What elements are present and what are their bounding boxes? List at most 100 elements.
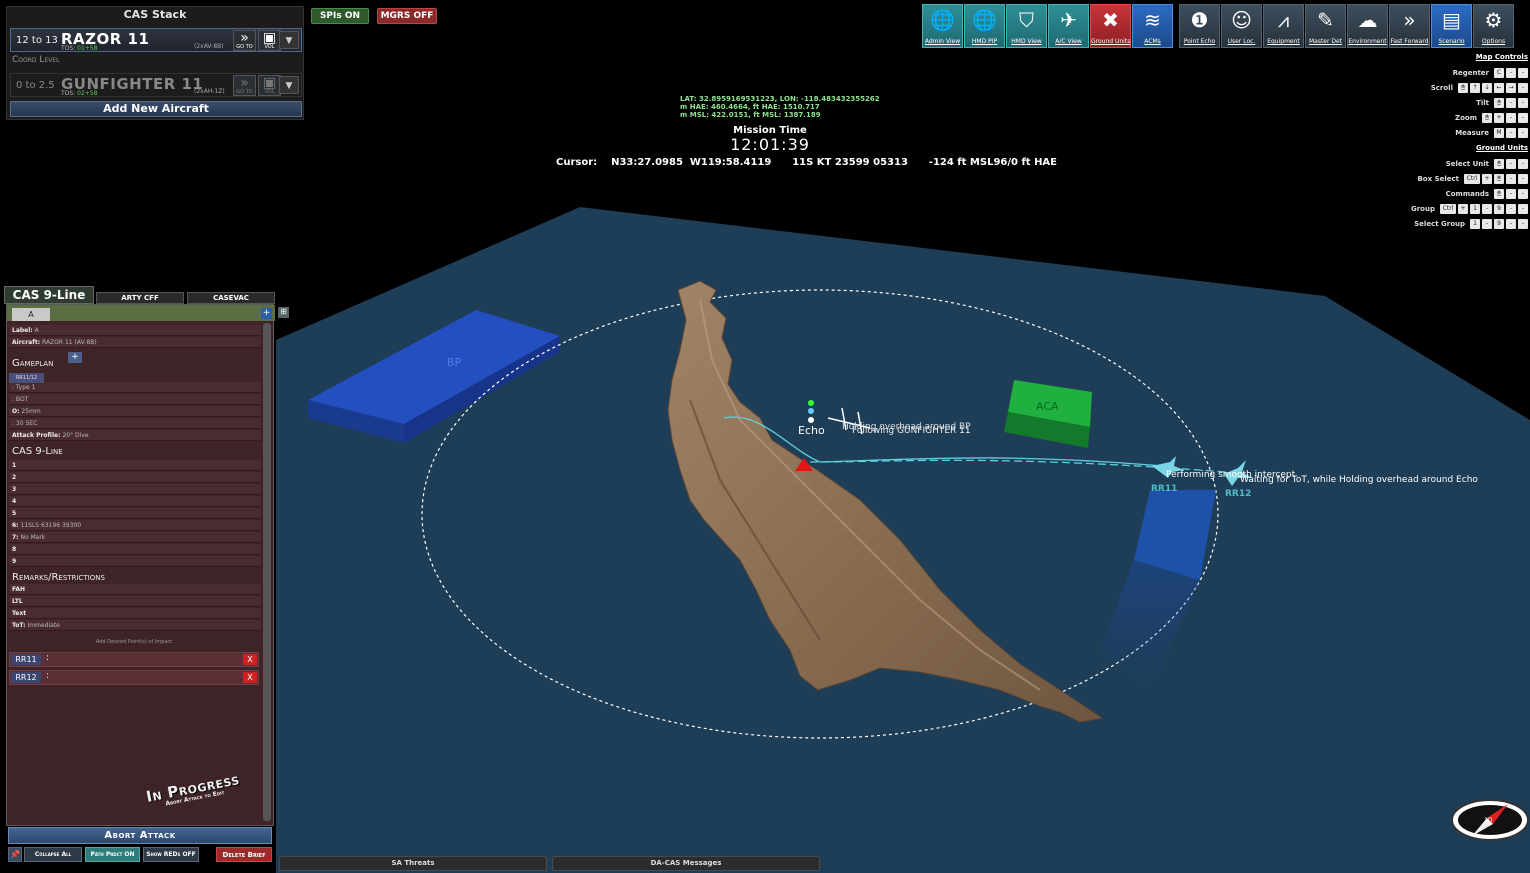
brief-field[interactable]: Attack Profile: 20° Dive xyxy=(9,430,261,441)
collapse-all-button[interactable]: Collapse All xyxy=(24,847,82,862)
tab-arty-cff[interactable]: ARTY CFF xyxy=(96,292,184,304)
delete-brief-button[interactable]: Delete Brief xyxy=(216,847,272,862)
toolbar-environment-button[interactable]: ☁ Environment xyxy=(1347,4,1388,48)
spi-toggle[interactable]: SPIs ON xyxy=(311,8,369,24)
toolbar-fast-forward-button[interactable]: » Fast Forward xyxy=(1389,4,1430,48)
ground-units-icon: ✖ xyxy=(1102,8,1119,32)
layers-icon: ≋ xyxy=(1144,8,1161,32)
toolbar-user-loc--button[interactable]: ☺ User Loc. xyxy=(1221,4,1262,48)
remove-dpi-button[interactable]: X xyxy=(243,672,257,683)
control-row: Commands 🖱 - - xyxy=(1368,186,1528,201)
panel-scrollbar[interactable] xyxy=(263,323,271,821)
brief-field[interactable]: Aircraft: RAZOR 11 (AV-8B) xyxy=(9,337,261,348)
brief-tab-a[interactable]: A xyxy=(12,308,50,321)
add-gameplan-button[interactable]: + xyxy=(68,352,82,363)
control-label: Commands xyxy=(1445,189,1489,198)
toolbar-point-echo-button[interactable]: ❶ Point Echo xyxy=(1179,4,1220,48)
brief-field[interactable]: 1 xyxy=(9,460,261,471)
brief-field[interactable]: : 30 SEC xyxy=(9,418,261,429)
brief-field[interactable]: : Type 1 xyxy=(9,382,261,393)
brief-field[interactable]: ToT: Immediate xyxy=(9,620,261,631)
chevron-down-icon[interactable]: ▼ xyxy=(279,31,299,49)
dpi-value[interactable]: : xyxy=(46,653,49,663)
tab-sa-threats[interactable]: SA Threats xyxy=(279,856,547,871)
remove-dpi-button[interactable]: X xyxy=(243,654,257,665)
dpi-value[interactable]: : xyxy=(46,671,49,681)
path-predict-button[interactable]: Path Prdct ON xyxy=(85,847,140,862)
toolbar-scenario-button[interactable]: ▤ Scenario xyxy=(1431,4,1472,48)
section-title: Gameplan xyxy=(9,357,261,371)
vdl-button[interactable]: ▣ VDL xyxy=(258,75,281,96)
add-aircraft-button[interactable]: Add New Aircraft xyxy=(10,101,302,117)
goto-button[interactable]: » GO TO xyxy=(233,30,256,51)
toolbar-equipment-button[interactable]: ⩘ Equipment xyxy=(1263,4,1304,48)
brief-field[interactable]: Text xyxy=(9,608,261,619)
visor-icon: ⛉ xyxy=(1019,8,1034,32)
toolbar-label: A/C View xyxy=(1055,38,1082,45)
brief-field[interactable]: Label: A xyxy=(9,325,261,336)
key-hint: 🖱 xyxy=(1494,188,1504,199)
aircraft-tos: TOS: 02+58 xyxy=(61,90,98,97)
brief-field[interactable]: FAH xyxy=(9,584,261,595)
brief-field[interactable]: 3 xyxy=(9,484,261,495)
cursor-readout: Cursor: N33:27.0985 W119:58.4119 11S KT … xyxy=(556,157,1058,168)
brief-field[interactable]: 7: No Mark xyxy=(9,532,261,543)
brief-field[interactable]: 2 xyxy=(9,472,261,483)
control-row: Regenter C - - xyxy=(1368,65,1528,80)
dpi-row-rr11[interactable]: RR11 : X xyxy=(9,652,259,667)
aircraft-row-razor[interactable]: 12 to 13 RAZOR 11 TOS: 01+58 (2xAV-8B) »… xyxy=(10,28,302,52)
toolbar-master-det-button[interactable]: ✎ Master Det xyxy=(1305,4,1346,48)
key-hint: + xyxy=(1494,112,1504,123)
gameplan-tag[interactable]: RR11/12 xyxy=(9,373,44,383)
add-brief-button[interactable]: + xyxy=(261,308,272,319)
compass-icon[interactable]: 3D xyxy=(1450,798,1530,842)
toolbar-label: Admin View xyxy=(924,38,961,45)
section-title: Remarks/Restrictions xyxy=(9,571,261,585)
tab-casevac[interactable]: CASEVAC xyxy=(187,292,275,304)
point-icon: ❶ xyxy=(1190,8,1209,32)
key-hint: ↓ xyxy=(1482,82,1492,93)
brief-field[interactable]: LTL xyxy=(9,596,261,607)
toolbar-hmd-view-button[interactable]: ⛉ HMD View xyxy=(1006,4,1047,48)
brief-field[interactable]: 5 xyxy=(9,508,261,519)
toolbar-admin-view-button[interactable]: 🌐 Admin View xyxy=(922,4,963,48)
tab-cas-9-line[interactable]: CAS 9-Line xyxy=(4,286,94,304)
key-hint: - xyxy=(1506,203,1516,214)
brief-field[interactable]: 6: 11SLS 63196 39300 xyxy=(9,520,261,531)
key-hint: 1 xyxy=(1470,203,1480,214)
chevron-down-icon[interactable]: ▼ xyxy=(279,76,299,94)
compass-label: 3D xyxy=(1484,817,1493,824)
toolbar-acms-button[interactable]: ≋ ACMs xyxy=(1132,4,1173,48)
show-reds-button[interactable]: Show REDs OFF xyxy=(143,847,199,862)
key-hint: 🖱 xyxy=(1482,112,1492,123)
brief-field[interactable]: 4 xyxy=(9,496,261,507)
key-hint: - xyxy=(1518,203,1528,214)
dpi-row-rr12[interactable]: RR12 : X xyxy=(9,670,259,685)
toolbar-options-button[interactable]: ⚙ Options xyxy=(1473,4,1514,48)
aircraft-altitude: 12 to 13 xyxy=(16,35,58,46)
tab-da-cas-messages[interactable]: DA-CAS Messages xyxy=(552,856,820,871)
aircraft-row-gunfighter[interactable]: 0 to 2.5 GUNFIGHTER 11 TOS: 02+58 (2xAH-… xyxy=(10,73,302,97)
brief-field[interactable]: 9 xyxy=(9,556,261,567)
brief-field[interactable]: O: 25mm xyxy=(9,406,261,417)
mgrs-toggle[interactable]: MGRS OFF xyxy=(377,8,437,24)
key-hint: - xyxy=(1518,112,1528,123)
toolbar-hmd-pip-button[interactable]: 🌐 HMD PIP xyxy=(964,4,1005,48)
toolbar-label: Equipment xyxy=(1267,38,1300,45)
key-hint: 1 xyxy=(1470,218,1480,229)
pin-icon[interactable]: 📌 xyxy=(8,847,22,862)
brief-field[interactable]: 8 xyxy=(9,544,261,555)
key-hint: + xyxy=(1458,203,1468,214)
toolbar-a-c-view-button[interactable]: ✈ A/C View xyxy=(1048,4,1089,48)
panel-expand-button[interactable]: ⊞ xyxy=(278,307,289,318)
brief-field[interactable]: : BOT xyxy=(9,394,261,405)
toolbar-ground-units-button[interactable]: ✖ Ground Units xyxy=(1090,4,1131,48)
goto-button[interactable]: » GO TO xyxy=(233,75,256,96)
abort-attack-button[interactable]: Abort Attack xyxy=(8,827,272,844)
control-label: Zoom xyxy=(1455,113,1477,122)
vdl-button[interactable]: ▣ VDL xyxy=(258,30,281,51)
echo-label: Echo xyxy=(798,424,825,437)
key-hint: - xyxy=(1506,112,1516,123)
key-hint: - xyxy=(1506,97,1516,108)
dpi-label: Add Desired Point(s) of Impact xyxy=(95,639,173,645)
